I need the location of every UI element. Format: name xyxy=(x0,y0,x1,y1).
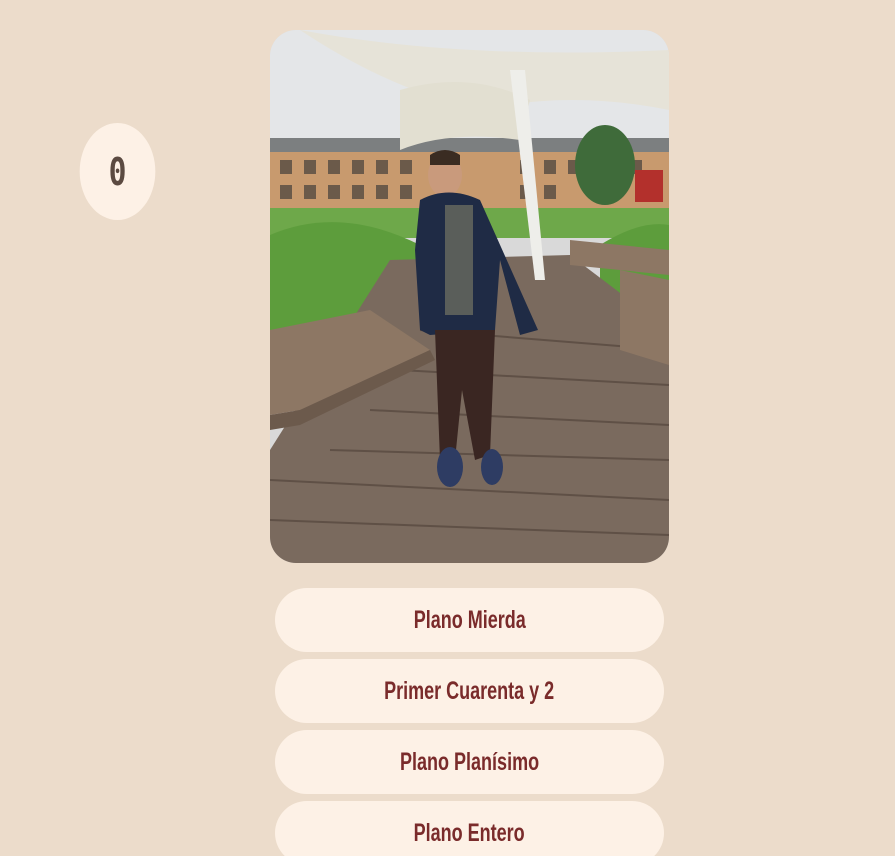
option-label: Primer Cuarenta y 2 xyxy=(384,676,555,705)
option-button-3[interactable]: Plano Planísimo xyxy=(275,730,664,794)
option-button-1[interactable]: Plano Mierda xyxy=(275,588,664,652)
option-label: Plano Entero xyxy=(413,818,526,847)
option-label: Plano Mierda xyxy=(413,605,526,634)
score-badge: 0 xyxy=(79,123,156,220)
option-button-4[interactable]: Plano Entero xyxy=(275,801,664,856)
score-value: 0 xyxy=(108,149,127,194)
answer-options: Plano Mierda Primer Cuarenta y 2 Plano P… xyxy=(275,588,664,856)
photo-illustration xyxy=(270,30,669,563)
option-button-2[interactable]: Primer Cuarenta y 2 xyxy=(275,659,664,723)
quiz-photo xyxy=(270,30,669,563)
option-label: Plano Planísimo xyxy=(399,747,540,776)
quiz-page: 0 Plano Mierda Primer Cuarenta y 2 Plano… xyxy=(0,0,895,856)
